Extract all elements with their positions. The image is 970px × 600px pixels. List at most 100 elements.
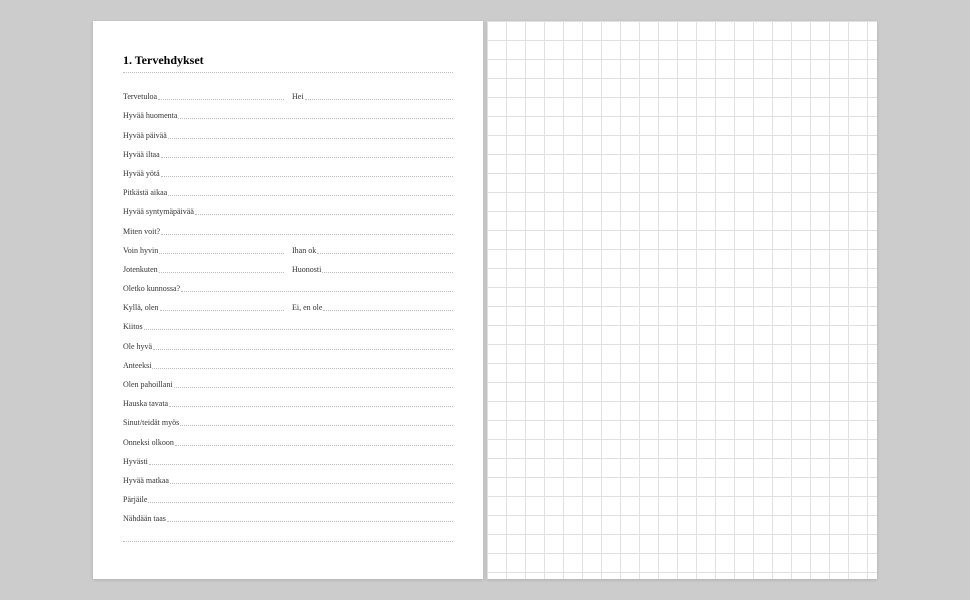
fill-line — [317, 253, 453, 254]
fill-line — [144, 329, 453, 330]
entry-row: Tervetuloa Hei — [123, 83, 453, 102]
page-heading: 1. Tervehdykset — [123, 53, 453, 68]
entry-cell: Hyvästi — [123, 457, 453, 467]
entry-row — [123, 524, 453, 543]
fill-line — [159, 253, 284, 254]
entry-row: Pärjäile — [123, 486, 453, 505]
entry-label: Hyvää iltaa — [123, 150, 161, 160]
fill-line — [153, 349, 453, 350]
entry-label: Hyvää syntymäpäivää — [123, 207, 195, 217]
fill-line — [148, 502, 453, 503]
entry-cell: Anteeksi — [123, 361, 453, 371]
fill-line — [161, 157, 453, 158]
fill-line — [178, 118, 453, 119]
entry-label: Hyvästi — [123, 457, 149, 467]
entry-row: Jotenkuten Huonosti — [123, 256, 453, 275]
entry-row: Ole hyvä — [123, 332, 453, 351]
entry-label: Ihan ok — [292, 246, 317, 256]
fill-line — [322, 272, 453, 273]
entry-cell: Oletko kunnossa? — [123, 284, 453, 294]
fill-line — [323, 310, 453, 311]
entry-cell-right: Ei, en ole — [292, 303, 453, 313]
entry-label: Sinut/teidät myös — [123, 418, 180, 428]
fill-line — [161, 234, 453, 235]
entry-cell: Hyvää yötä — [123, 169, 453, 179]
left-page: 1. Tervehdykset Tervetuloa Hei Hyvää huome… — [93, 21, 483, 579]
entry-label: Tervetuloa — [123, 92, 158, 102]
fill-line — [158, 99, 284, 100]
entry-cell: Olen pahoillani — [123, 380, 453, 390]
entry-label: Hauska tavata — [123, 399, 169, 409]
fill-line — [160, 310, 284, 311]
entry-row: Hyvää syntymäpäivää — [123, 198, 453, 217]
entry-row: Hyvää matkaa — [123, 467, 453, 486]
entry-cell-right: Huonosti — [292, 265, 453, 275]
entry-cell-left: Voin hyvin — [123, 246, 284, 256]
entry-label: Onneksi olkoon — [123, 438, 175, 448]
entry-label: Jotenkuten — [123, 265, 159, 275]
fill-line — [168, 138, 453, 139]
entry-label: Nähdään taas — [123, 514, 167, 524]
entry-row: Miten voit? — [123, 217, 453, 236]
entry-cell-right: Hei — [292, 92, 453, 102]
entry-cell: Onneksi olkoon — [123, 438, 453, 448]
fill-line — [175, 445, 453, 446]
entry-cell: Pärjäile — [123, 495, 453, 505]
entry-cell: Pitkästä aikaa — [123, 188, 453, 198]
entry-cell: Miten voit? — [123, 227, 453, 237]
entry-cell: Hyvää syntymäpäivää — [123, 207, 453, 217]
fill-line — [195, 214, 453, 215]
entry-row: Hyvää yötä — [123, 160, 453, 179]
entry-row: Hyvää iltaa — [123, 141, 453, 160]
fill-line — [123, 541, 453, 542]
entry-row: Oletko kunnossa? — [123, 275, 453, 294]
entry-cell-left: Tervetuloa — [123, 92, 284, 102]
entry-label: Kyllä, olen — [123, 303, 160, 313]
entry-label: Huonosti — [292, 265, 322, 275]
entry-label: Kiitos — [123, 322, 144, 332]
entry-label: Miten voit? — [123, 227, 161, 237]
entry-cell-right: Ihan ok — [292, 246, 453, 256]
fill-line — [161, 176, 453, 177]
right-page-grid — [487, 21, 877, 579]
entry-label: Hyvää huomenta — [123, 111, 178, 121]
entry-label: Anteeksi — [123, 361, 152, 371]
entry-cell-left: Jotenkuten — [123, 265, 284, 275]
heading-underline — [123, 72, 453, 73]
entry-label: Hyvää yötä — [123, 169, 161, 179]
entry-cell: Hauska tavata — [123, 399, 453, 409]
fill-line — [159, 272, 284, 273]
entry-row: Voin hyvin Ihan ok — [123, 237, 453, 256]
entry-cell: Hyvää huomenta — [123, 111, 453, 121]
entry-row: Sinut/teidät myös — [123, 409, 453, 428]
notebook-spread: 1. Tervehdykset Tervetuloa Hei Hyvää huome… — [93, 21, 877, 579]
fill-line — [181, 291, 453, 292]
entry-cell: Sinut/teidät myös — [123, 418, 453, 428]
entry-label: Olen pahoillani — [123, 380, 174, 390]
entry-row: Nähdään taas — [123, 505, 453, 524]
entry-label: Oletko kunnossa? — [123, 284, 181, 294]
fill-line — [174, 387, 453, 388]
entry-label: Pitkästä aikaa — [123, 188, 168, 198]
entry-cell: Hyvää matkaa — [123, 476, 453, 486]
entry-cell: Nähdään taas — [123, 514, 453, 524]
entry-label: Hei — [292, 92, 305, 102]
entry-label: Hyvää päivää — [123, 131, 168, 141]
entry-row: Kyllä, olen Ei, en ole — [123, 294, 453, 313]
entry-row: Kiitos — [123, 313, 453, 332]
fill-line — [168, 195, 453, 196]
entry-row: Pitkästä aikaa — [123, 179, 453, 198]
entry-row: Anteeksi — [123, 352, 453, 371]
entry-row: Olen pahoillani — [123, 371, 453, 390]
entry-row: Hyvää huomenta — [123, 102, 453, 121]
entry-row: Hauska tavata — [123, 390, 453, 409]
fill-line — [167, 521, 453, 522]
fill-line — [152, 368, 453, 369]
entry-cell-blank — [123, 541, 453, 544]
entry-row: Onneksi olkoon — [123, 428, 453, 447]
entry-cell: Ole hyvä — [123, 342, 453, 352]
fill-line — [170, 483, 453, 484]
entry-label: Voin hyvin — [123, 246, 159, 256]
entry-label: Pärjäile — [123, 495, 148, 505]
fill-line — [149, 464, 453, 465]
